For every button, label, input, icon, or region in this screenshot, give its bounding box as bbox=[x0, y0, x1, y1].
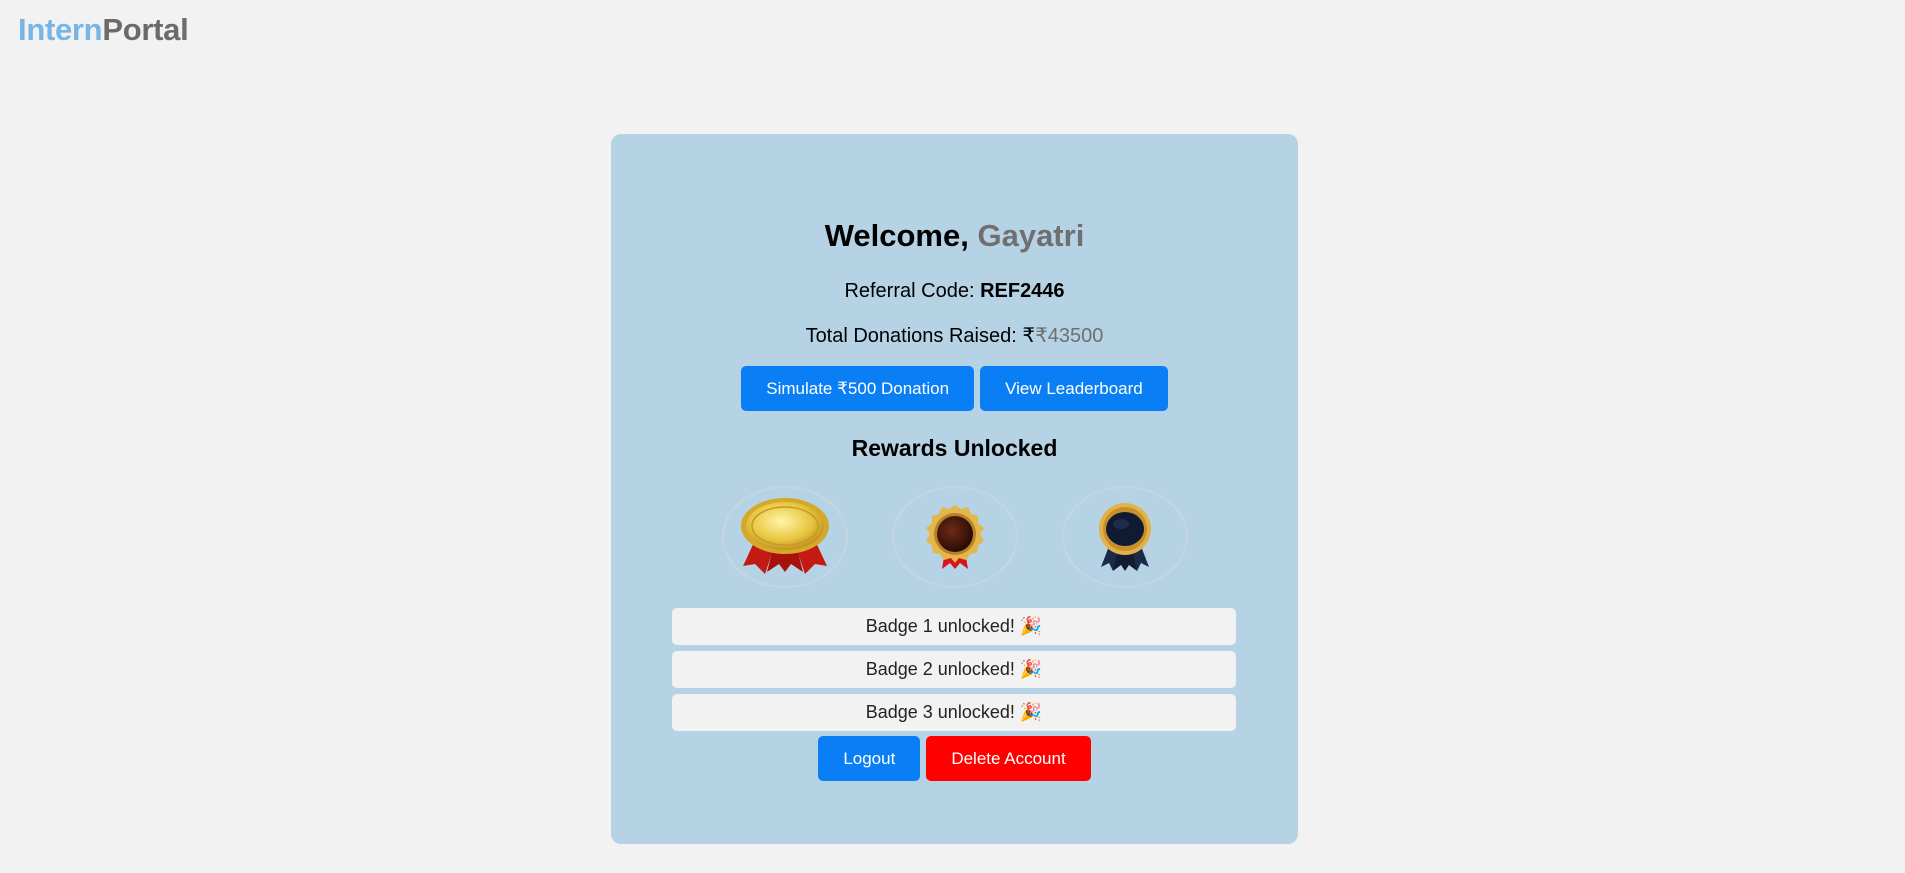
donations-label: Total Donations Raised: ₹ bbox=[805, 325, 1036, 347]
logout-button[interactable]: Logout bbox=[818, 736, 921, 781]
badge-1 bbox=[721, 486, 848, 588]
user-name: Gayatri bbox=[977, 218, 1085, 253]
app-logo: InternPortal bbox=[18, 12, 189, 48]
rewards-title: Rewards Unlocked bbox=[851, 435, 1058, 461]
badge-2 bbox=[891, 486, 1018, 588]
total-donations: Total Donations Raised: ₹₹43500 bbox=[611, 323, 1298, 348]
logo-portal: Portal bbox=[102, 12, 189, 47]
referral-code: Referral Code: REF2446 bbox=[611, 280, 1298, 303]
donations-amount: ₹43500 bbox=[1035, 325, 1104, 347]
badge-messages: Badge 1 unlocked! 🎉 Badge 2 unlocked! 🎉 … bbox=[672, 608, 1236, 737]
navy-rosette-icon bbox=[1098, 503, 1151, 571]
badge-message: Badge 3 unlocked! 🎉 bbox=[672, 694, 1236, 731]
welcome-heading: Welcome, Gayatri bbox=[611, 218, 1298, 254]
gold-medal-icon bbox=[740, 498, 829, 574]
referral-code-value: REF2446 bbox=[980, 280, 1065, 302]
badge-message: Badge 2 unlocked! 🎉 bbox=[672, 651, 1236, 688]
dashboard-card: Welcome, Gayatri Referral Code: REF2446 … bbox=[611, 134, 1298, 844]
logo-intern: Intern bbox=[18, 12, 103, 47]
account-actions: Logout Delete Account bbox=[611, 736, 1298, 781]
badge-3 bbox=[1061, 486, 1188, 588]
primary-actions: Simulate ₹500 Donation View Leaderboard bbox=[611, 366, 1298, 411]
welcome-prefix: Welcome, bbox=[824, 218, 969, 253]
badge-list bbox=[611, 486, 1298, 588]
view-leaderboard-button[interactable]: View Leaderboard bbox=[980, 366, 1168, 411]
referral-label: Referral Code: bbox=[844, 280, 975, 302]
simulate-donation-button[interactable]: Simulate ₹500 Donation bbox=[741, 366, 975, 411]
delete-account-button[interactable]: Delete Account bbox=[926, 736, 1091, 781]
bronze-medal-icon bbox=[925, 505, 984, 569]
badge-message: Badge 1 unlocked! 🎉 bbox=[672, 608, 1236, 645]
